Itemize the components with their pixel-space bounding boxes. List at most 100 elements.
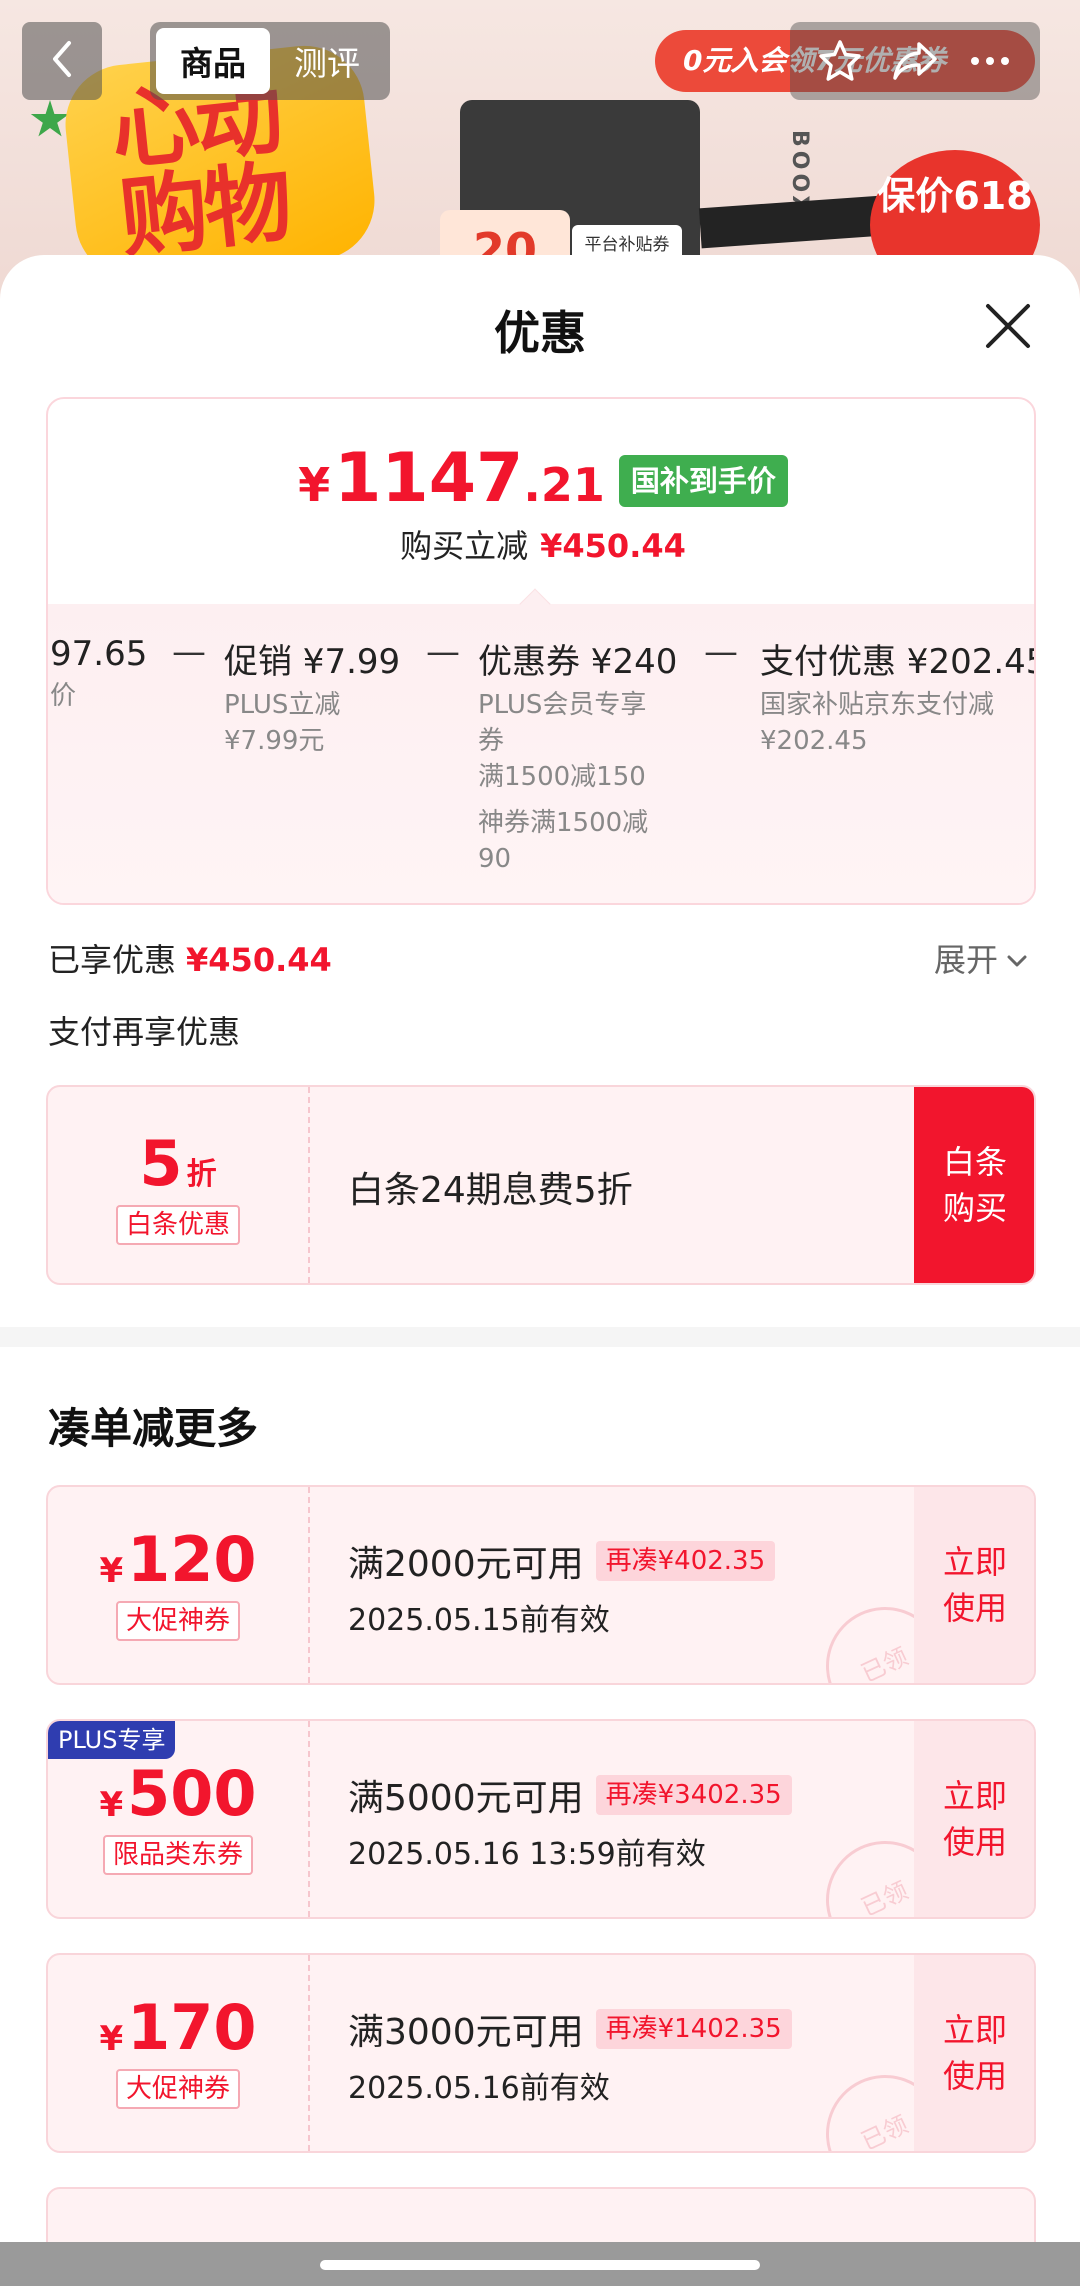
coupon-info: 满3000元可用 再凑¥1402.35 2025.05.16前有效 [348, 2003, 792, 2107]
expand-button[interactable]: 展开 [934, 935, 1028, 981]
breakdown-item-promo: 促销 ¥7.99 PLUS立减 ¥7.99元 [224, 634, 400, 759]
home-indicator[interactable] [320, 2260, 760, 2270]
coupon-need-more: 再凑¥1402.35 [595, 2009, 792, 2049]
sheet-title: 优惠 [494, 306, 586, 360]
coupon-currency: ¥ [99, 1551, 124, 1591]
coupon-card-partial[interactable] [46, 2187, 1036, 2245]
breakdown-item-payment: 支付优惠 ¥202.45 国家补贴京东支付减 ¥202.45 [760, 634, 1036, 759]
back-icon [47, 39, 77, 83]
price-breakdown[interactable]: 97.65 价 — 促销 ¥7.99 PLUS立减 ¥7.99元 — 优惠券 ¥… [48, 604, 1036, 903]
breakdown-sub: ¥7.99元 [224, 726, 325, 756]
coupon-type-tag: 大促神券 [115, 2069, 240, 2109]
use-now-button[interactable]: 立即使用 [914, 1721, 1034, 1917]
coupon-value: ¥ 120 大促神券 [48, 1487, 310, 1683]
back-button[interactable] [22, 22, 102, 100]
coupon-amount: ¥ 170 [48, 1995, 308, 2061]
coupon-need-more: 再凑¥402.35 [595, 1541, 776, 1581]
app-root: 心动购物季 BOOX 20 平台补贴券 保价618 0元入会领7元优惠券 商品 … [0, 0, 1080, 2286]
action-label: 立即使用 [942, 1777, 1007, 1861]
more-icon[interactable] [963, 34, 1017, 88]
enjoyed-label: 已享优惠 [48, 941, 177, 979]
breakdown-head: 支付优惠 ¥202.45 [760, 642, 1036, 682]
use-now-button[interactable]: 立即使用 [914, 1955, 1034, 2151]
coupon-value: ¥ 170 大促神券 [48, 1955, 310, 2151]
coupon-condition: 满5000元可用 再凑¥3402.35 [348, 1769, 792, 1821]
coupon-type-tag: 限品类东券 [102, 1835, 253, 1875]
enjoyed-discount: 已享优惠 ¥450.44 [48, 935, 332, 981]
coupon-amount: ¥ 120 [48, 1527, 308, 1593]
nav-actions [790, 22, 1040, 100]
final-price: ¥ 1147 .21 国补到手价 [48, 439, 1034, 518]
breakdown-sub: 价 [50, 681, 77, 711]
action-label: 立即使用 [942, 1543, 1007, 1627]
coupon-card[interactable]: ¥ 120 大促神券 满2000元可用 再凑¥402.35 2025.05.15… [46, 1485, 1036, 1685]
coupon-amount-number: 500 [127, 1757, 257, 1830]
share-icon[interactable] [888, 34, 942, 88]
coupon-amount-number: 120 [127, 1523, 257, 1596]
breakdown-sub: PLUS会员专享 [478, 690, 647, 720]
page-tabs: 商品 测评 [150, 22, 390, 100]
breakdown-sub: 神券满1500减 [478, 808, 649, 838]
reduction-label: 购买立减 [400, 527, 529, 565]
discount-sheet: 优惠 ¥ 1147 .21 国补到手价 购买立减 ¥450.44 97.65 价 [0, 255, 1080, 2245]
coupon-amount-number: 5 [139, 1127, 183, 1200]
coupon-amount-suffix: 折 [186, 1157, 217, 1192]
coupon-value: 5 折 白条优惠 [48, 1087, 310, 1283]
breakdown-item-base: 97.65 价 [50, 634, 147, 714]
breakdown-head: 优惠券 ¥240 [478, 642, 678, 682]
coupon-title: 满5000元可用 [348, 1778, 584, 1819]
coupon-title: 满3000元可用 [348, 2012, 584, 2053]
coupon-currency: ¥ [99, 1785, 124, 1825]
coupon-expiry: 2025.05.16 13:59前有效 [348, 1837, 706, 1872]
action-label: 白条购买 [942, 1143, 1007, 1227]
coupon-info: 白条24期息费5折 [348, 1161, 633, 1213]
coupon-condition: 满3000元可用 再凑¥1402.35 [348, 2003, 792, 2055]
coupon-currency: ¥ [99, 2019, 124, 2059]
price-currency: ¥ [298, 458, 331, 512]
baitiao-offer-card[interactable]: 5 折 白条优惠 白条24期息费5折 白条购买 [46, 1085, 1036, 1285]
coupon-title: 满2000元可用 [348, 1544, 584, 1585]
section-title: 凑单减更多 [48, 1404, 259, 1453]
coupon-info: 满2000元可用 再凑¥402.35 2025.05.15前有效 [348, 1535, 776, 1639]
coupon-title: 白条24期息费5折 [348, 1170, 633, 1211]
minus-sign: — [704, 632, 738, 672]
star-icon[interactable] [813, 34, 867, 88]
instant-reduction: 购买立减 ¥450.44 [48, 521, 1034, 567]
breakdown-sub: 90 [478, 844, 512, 874]
coupon-card[interactable]: PLUS专享 ¥ 500 限品类东券 满5000元可用 再凑¥3402.35 2… [46, 1719, 1036, 1919]
enjoyed-value: ¥450.44 [186, 941, 332, 979]
use-now-button[interactable]: 立即使用 [914, 1487, 1034, 1683]
coupon-expiry: 2025.05.15前有效 [348, 1603, 610, 1638]
coupon-need-more: 再凑¥3402.35 [595, 1775, 792, 1815]
coupon-value: ¥ 500 限品类东券 [48, 1721, 310, 1917]
breakdown-sub: ¥202.45 [760, 726, 868, 756]
breakdown-sub: 券 [478, 726, 505, 756]
coupon-type-tag: 白条优惠 [115, 1205, 240, 1245]
price-decimal: .21 [523, 458, 605, 512]
breakdown-sub: 国家补贴京东支付减 [760, 690, 995, 720]
breakdown-head: 97.65 [50, 634, 148, 674]
price-card: ¥ 1147 .21 国补到手价 购买立减 ¥450.44 97.65 价 — 促… [46, 397, 1036, 905]
expand-label: 展开 [934, 941, 999, 979]
section-divider [0, 1327, 1080, 1347]
baitiao-buy-button[interactable]: 白条购买 [914, 1087, 1034, 1283]
pay-more-title: 支付再享优惠 [48, 1013, 241, 1051]
close-icon[interactable] [980, 298, 1036, 354]
price-integer: 1147 [334, 439, 524, 518]
coupon-condition: 满2000元可用 再凑¥402.35 [348, 1535, 776, 1587]
tab-product[interactable]: 商品 [156, 28, 270, 94]
coupon-card[interactable]: ¥ 170 大促神券 满3000元可用 再凑¥1402.35 2025.05.1… [46, 1953, 1036, 2153]
decor-star [30, 100, 70, 137]
coupon-amount: 5 折 [48, 1131, 308, 1197]
breakdown-sub: PLUS立减 [224, 690, 341, 720]
coupon-amount-number: 170 [127, 1991, 257, 2064]
coupon-expiry: 2025.05.16前有效 [348, 2071, 610, 2106]
action-label: 立即使用 [942, 2011, 1007, 2095]
breakdown-head: 促销 ¥7.99 [224, 642, 401, 682]
price-summary: ¥ 1147 .21 国补到手价 购买立减 ¥450.44 [48, 399, 1034, 605]
minus-sign: — [172, 632, 206, 672]
breakdown-item-coupon: 优惠券 ¥240 PLUS会员专享 券 满1500减150 神券满1500减 9… [478, 634, 677, 877]
coupon-amount: ¥ 500 [48, 1761, 308, 1827]
tab-review[interactable]: 测评 [270, 28, 384, 94]
coupon-info: 满5000元可用 再凑¥3402.35 2025.05.16 13:59前有效 [348, 1769, 792, 1873]
